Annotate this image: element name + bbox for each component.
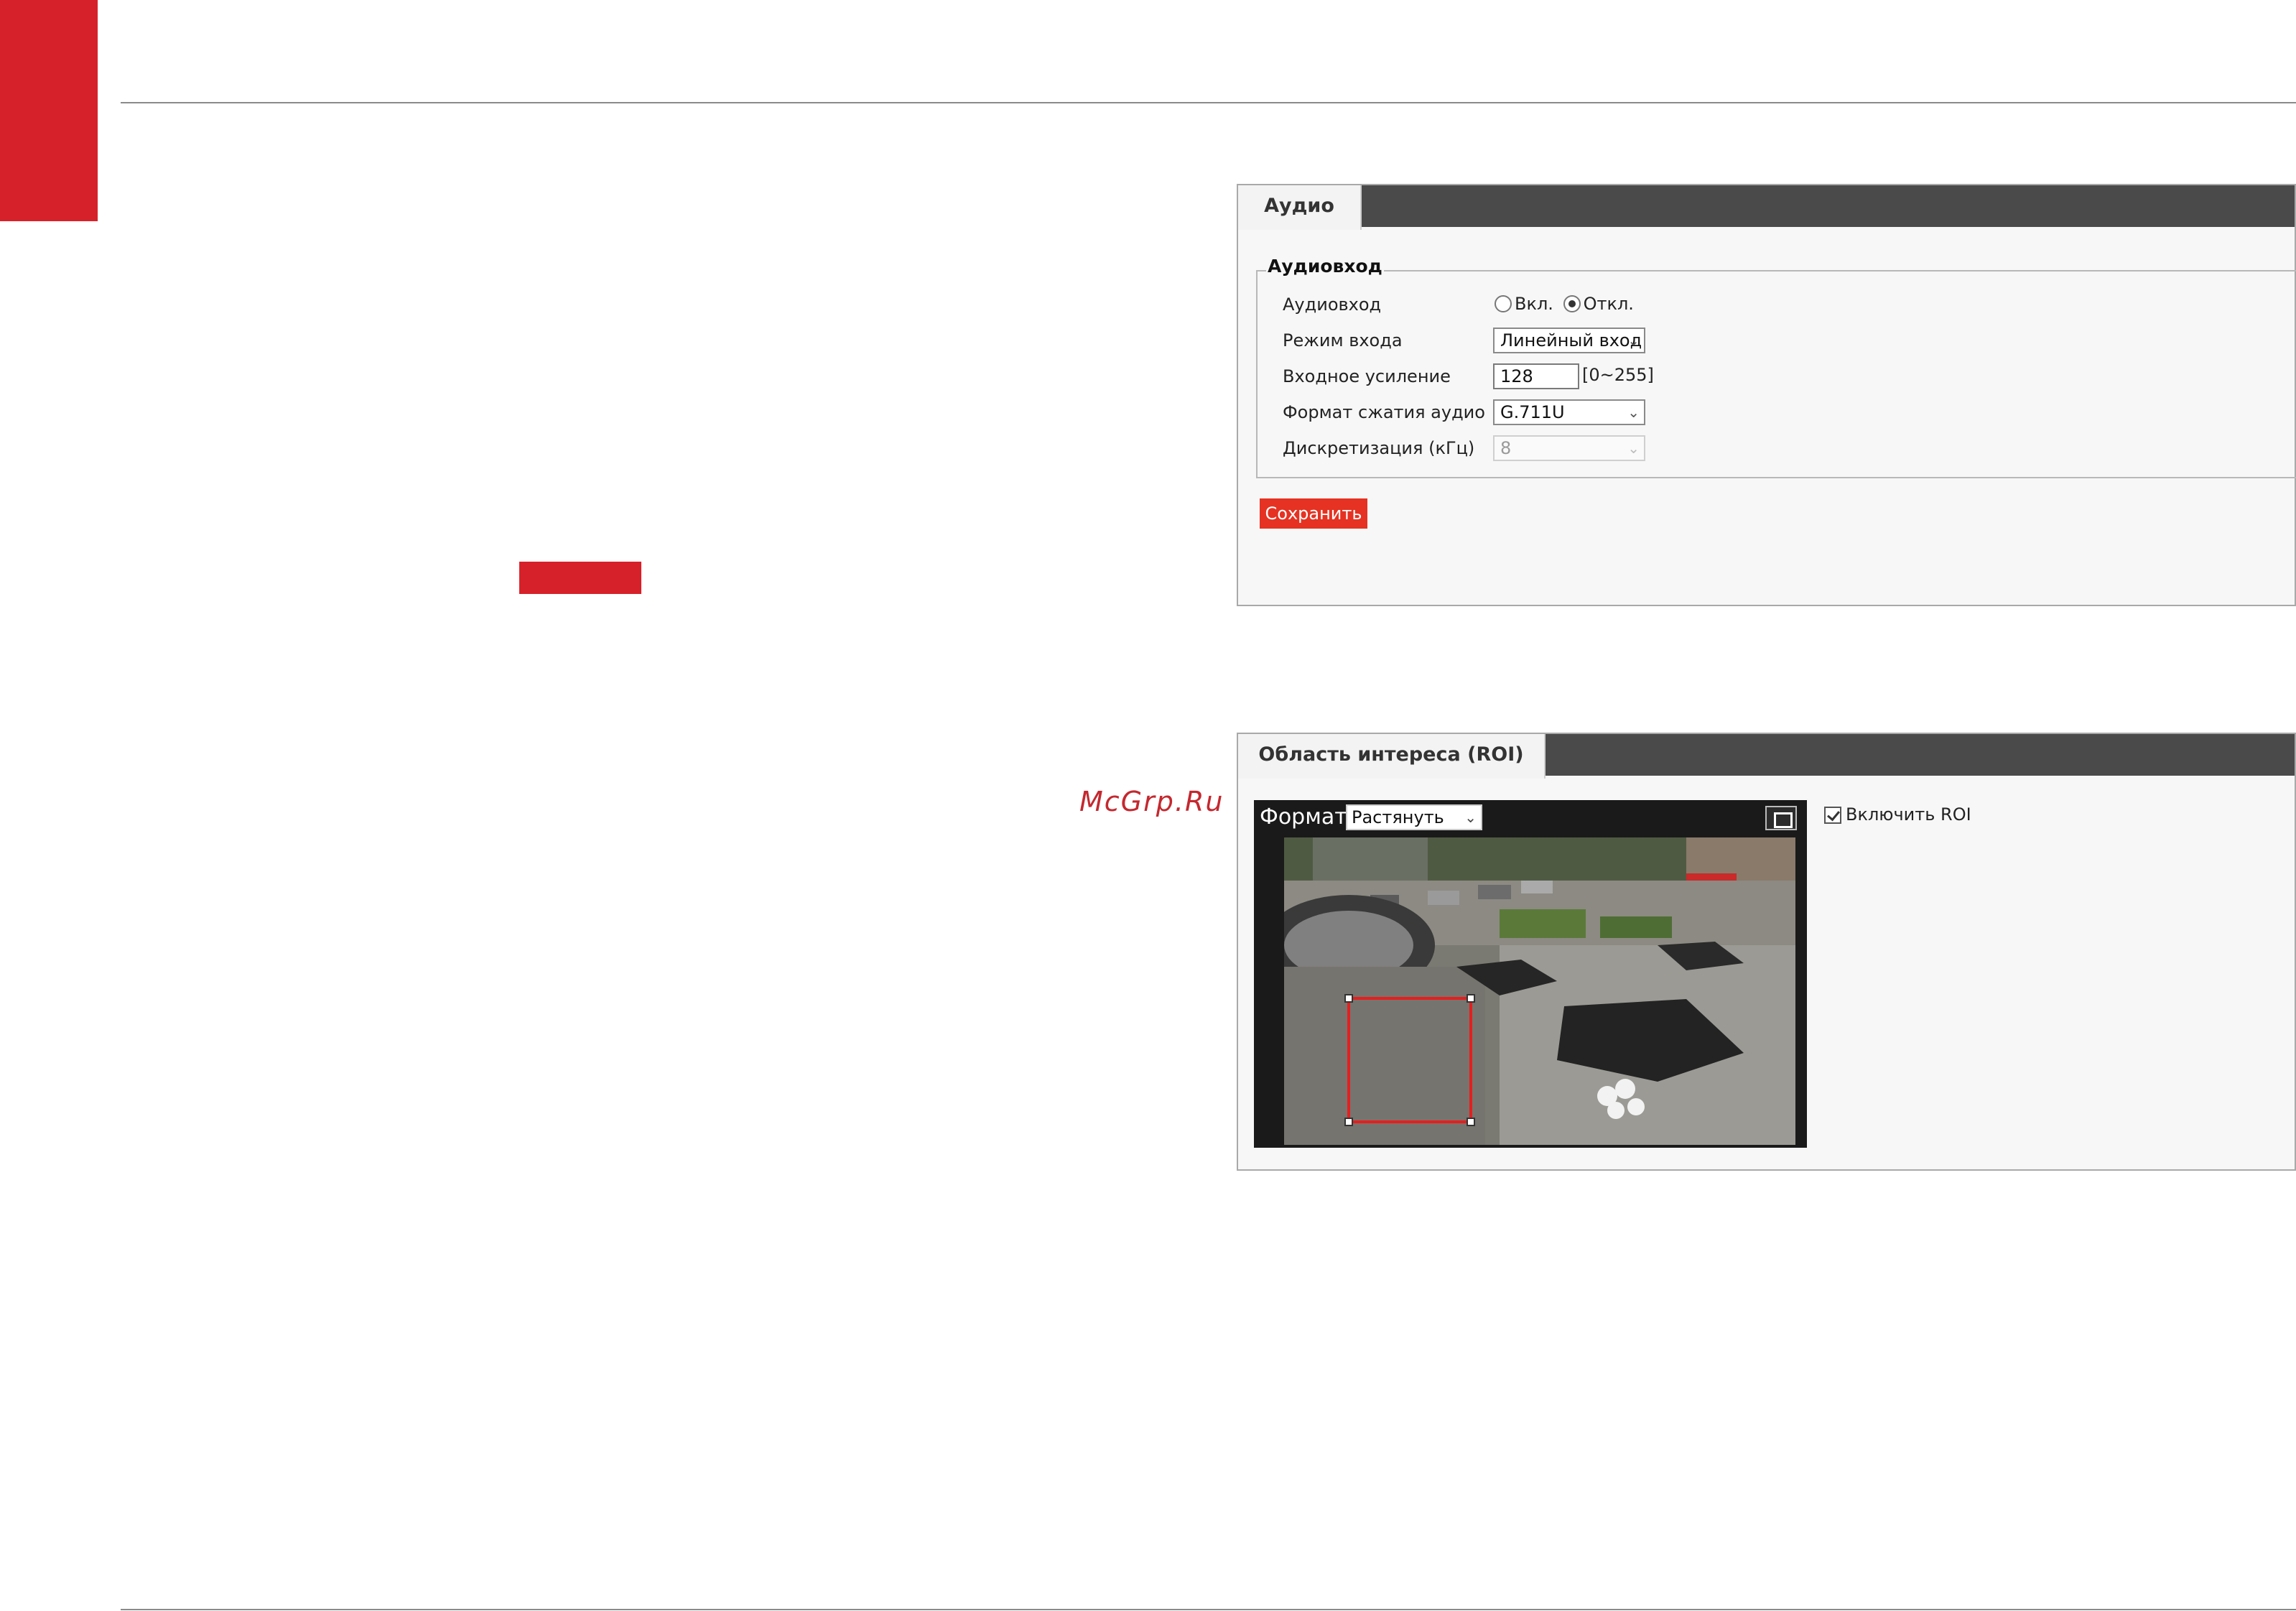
tab-roi[interactable]: Область интереса (ROI) <box>1238 734 1546 779</box>
camera-image[interactable] <box>1284 837 1795 1145</box>
input-mode-label: Режим входа <box>1283 330 1403 350</box>
watermark: McGrp.Ru <box>1079 786 1224 817</box>
top-divider <box>121 102 2296 103</box>
input-gain-field[interactable]: 128 <box>1493 363 1579 389</box>
format-label: Формат: <box>1260 804 1354 830</box>
compression-format-select[interactable]: G.711U ⌄ <box>1493 399 1645 425</box>
chevron-down-icon: ⌄ <box>1627 332 1640 349</box>
enable-roi-label: Включить ROI <box>1846 804 1971 825</box>
format-value: Растянуть <box>1352 807 1444 827</box>
sample-rate-select: 8 ⌄ <box>1493 435 1645 461</box>
save-button[interactable]: Сохранить <box>1260 498 1367 529</box>
format-select[interactable]: Растянуть ⌄ <box>1346 804 1482 830</box>
input-mode-value: Линейный вход <box>1500 330 1642 350</box>
audio-panel: Аудио Аудиовход Аудиовход Вкл. Откл. Реж… <box>1237 184 2296 606</box>
roi-handle-bottom-left[interactable] <box>1344 1118 1353 1126</box>
video-toolbar: Формат: Растянуть ⌄ <box>1254 800 1807 836</box>
chevron-down-icon: ⌄ <box>1627 440 1640 457</box>
corner-brand-block <box>0 0 98 221</box>
input-gain-label: Входное усиление <box>1283 366 1451 386</box>
roi-panel: Область интереса (ROI) Формат: Растянуть… <box>1237 733 2296 1171</box>
audio-input-label: Аудиовход <box>1283 294 1382 315</box>
radio-off-icon[interactable] <box>1563 295 1581 312</box>
sample-rate-value: 8 <box>1500 438 1512 458</box>
chevron-down-icon: ⌄ <box>1627 404 1640 421</box>
fieldset-title: Аудиовход <box>1266 256 1384 277</box>
compression-format-value: G.711U <box>1500 402 1565 422</box>
roi-handle-top-right[interactable] <box>1467 994 1475 1003</box>
fullscreen-icon[interactable] <box>1765 806 1797 830</box>
tab-bar <box>1238 185 2295 227</box>
checkbox-checked-icon[interactable] <box>1824 807 1841 824</box>
tab-audio[interactable]: Аудио <box>1238 185 1362 230</box>
roi-handle-top-left[interactable] <box>1344 994 1353 1003</box>
red-marker <box>519 562 641 594</box>
compression-format-label: Формат сжатия аудио <box>1283 402 1485 422</box>
radio-on-label: Вкл. <box>1515 294 1553 314</box>
input-gain-range: [0~255] <box>1582 365 1654 385</box>
radio-off-label: Откл. <box>1583 294 1634 314</box>
audio-input-fieldset: Аудиовход Аудиовход Вкл. Откл. Режим вхо… <box>1256 256 2296 478</box>
sample-rate-label: Дискретизация (кГц) <box>1283 438 1475 458</box>
enable-roi-toggle[interactable]: Включить ROI <box>1824 804 1971 825</box>
roi-selection-box[interactable] <box>1344 994 1475 1126</box>
chevron-down-icon: ⌄ <box>1464 809 1477 826</box>
bottom-divider <box>121 1609 2296 1610</box>
audio-input-radios: Вкл. Откл. <box>1495 293 1638 314</box>
radio-on-icon[interactable] <box>1495 295 1512 312</box>
video-preview: Формат: Растянуть ⌄ <box>1254 800 1807 1148</box>
roi-handle-bottom-right[interactable] <box>1467 1118 1475 1126</box>
input-mode-select[interactable]: Линейный вход ⌄ <box>1493 328 1645 353</box>
